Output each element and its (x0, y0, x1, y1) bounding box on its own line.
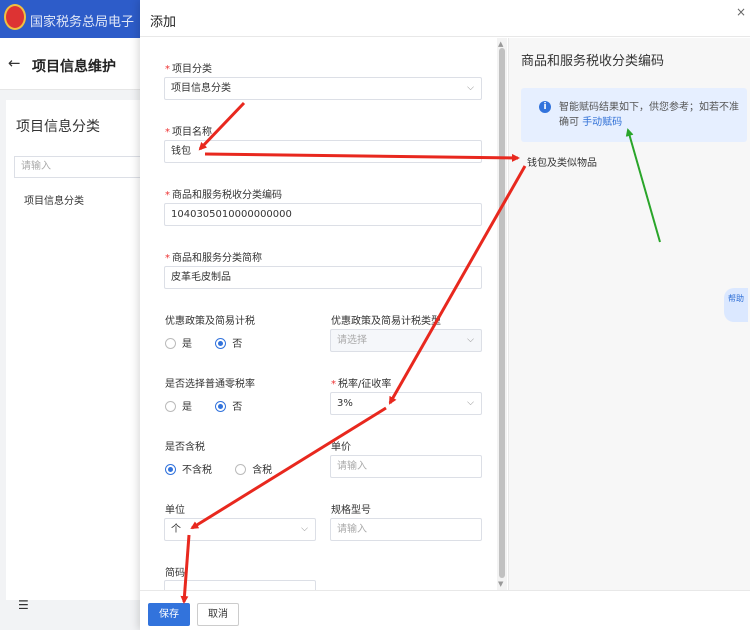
page-header: ← 项目信息维护 (0, 38, 140, 90)
short-code-label: 简码 (165, 568, 185, 579)
tax-code-panel: 商品和服务税收分类编码 i 智能赋码结果如下，供您参考；如若不准确可 手动赋码 … (508, 38, 750, 590)
zero-rate-yes-radio[interactable]: 是 (165, 398, 192, 413)
tax-included-radio[interactable]: 含税 (235, 461, 272, 476)
save-button[interactable]: 保存 (148, 603, 190, 626)
dialog-footer: 保存 取消 (140, 590, 750, 630)
category-select[interactable]: 项目信息分类 ⌵ (164, 77, 482, 100)
tax-rate-select[interactable]: 3% ⌵ (330, 392, 482, 415)
item-name-input[interactable]: 钱包 (164, 140, 482, 163)
coding-result-item[interactable]: 钱包及类似物品 (527, 154, 597, 169)
scroll-up-icon[interactable]: ▲ (498, 40, 503, 48)
page-title: 项目信息维护 (32, 59, 116, 75)
preferential-type-select[interactable]: 请选择 ⌵ (330, 329, 482, 352)
category-search-input[interactable]: 请输入 (14, 156, 144, 178)
panel-title: 项目信息分类 (16, 119, 100, 135)
smart-coding-tip: i 智能赋码结果如下，供您参考；如若不准确可 手动赋码 (521, 88, 747, 142)
unit-label: 单位 (165, 505, 185, 516)
chevron-down-icon: ⌵ (467, 335, 474, 345)
tax-included-label: 是否含税 (165, 442, 205, 453)
unit-price-label: 单价 (331, 442, 351, 453)
tax-bureau-logo-icon (4, 4, 26, 30)
zero-rate-no-radio[interactable]: 否 (215, 398, 242, 413)
chevron-down-icon: ⌵ (467, 83, 474, 93)
preferential-radio-group: 是 否 (165, 335, 262, 350)
dialog-header: 添加 × (140, 0, 750, 37)
manual-coding-link[interactable]: 手动赋码 (582, 117, 622, 128)
tax-abbr-input[interactable]: 皮革毛皮制品 (164, 266, 482, 289)
category-panel: 项目信息分类 请输入 项目信息分类 (6, 100, 144, 600)
add-dialog: 添加 × * 项目分类 项目信息分类 ⌵ * 项目名称 钱包 * 商品和服务税收分类编码… (140, 0, 750, 630)
preferential-no-radio[interactable]: 否 (215, 335, 242, 350)
help-assistant-icon[interactable]: 帮助 (724, 288, 748, 322)
tax-included-radio-group: 不含税 含税 (165, 461, 292, 476)
preferential-yes-radio[interactable]: 是 (165, 335, 192, 350)
preferential-type-label: 优惠政策及简易计税类型 (331, 316, 441, 327)
category-label: * 项目分类 (165, 64, 212, 75)
tax-excluded-radio[interactable]: 不含税 (165, 461, 212, 476)
scroll-thumb[interactable] (499, 48, 505, 578)
unit-price-input[interactable]: 请输入 (330, 455, 482, 478)
tax-abbr-label: * 商品和服务分类简称 (165, 253, 262, 264)
close-icon[interactable]: × (736, 5, 746, 19)
tax-code-label: * 商品和服务税收分类编码 (165, 190, 282, 201)
unit-select[interactable]: 个 ⌵ (164, 518, 316, 541)
cancel-button[interactable]: 取消 (197, 603, 239, 626)
item-form: * 项目分类 项目信息分类 ⌵ * 项目名称 钱包 * 商品和服务税收分类编码 1040… (140, 38, 508, 590)
chevron-down-icon: ⌵ (301, 524, 308, 534)
zero-rate-radio-group: 是 否 (165, 398, 262, 413)
menu-icon[interactable]: ☰ (18, 598, 29, 612)
item-name-label: * 项目名称 (165, 127, 212, 138)
tax-rate-label: * 税率/征收率 (331, 379, 392, 390)
tax-code-panel-title: 商品和服务税收分类编码 (521, 54, 665, 69)
scroll-down-icon[interactable]: ▼ (498, 580, 503, 588)
preferential-label: 优惠政策及简易计税 (165, 316, 255, 327)
info-icon: i (539, 101, 551, 113)
tax-code-input[interactable]: 1040305010000000000 (164, 203, 482, 226)
form-scrollbar[interactable]: ▲ ▼ (497, 38, 507, 590)
zero-rate-label: 是否选择普通零税率 (165, 379, 255, 390)
spec-input[interactable]: 请输入 (330, 518, 482, 541)
chevron-down-icon: ⌵ (467, 398, 474, 408)
back-arrow-icon[interactable]: ← (8, 54, 21, 72)
spec-label: 规格型号 (331, 505, 371, 516)
short-code-input[interactable] (164, 580, 316, 590)
tree-item-project-category[interactable]: 项目信息分类 (24, 192, 84, 207)
dialog-title: 添加 (150, 15, 177, 30)
app-title: 国家税务总局电子 (30, 15, 135, 30)
